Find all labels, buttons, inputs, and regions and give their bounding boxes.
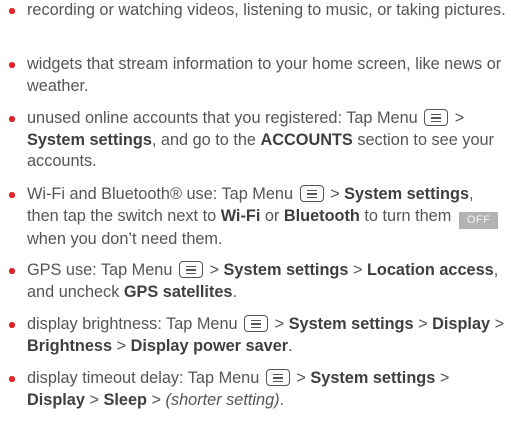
- separator: >: [116, 336, 127, 355]
- system-settings-label: System settings: [310, 369, 436, 387]
- bullet: [9, 376, 15, 382]
- item-text: widgets that stream information to your …: [27, 55, 502, 95]
- wifi-label: Wi-Fi: [220, 206, 261, 225]
- separator: >: [494, 315, 505, 333]
- separator: >: [296, 369, 306, 387]
- separator: >: [151, 390, 161, 409]
- item-text: recording or watching videos, listening …: [27, 1, 506, 19]
- item-text: unused online accounts that you register…: [27, 109, 418, 127]
- separator: >: [330, 185, 340, 203]
- menu-icon: [299, 185, 324, 202]
- bluetooth-label: Bluetooth: [283, 206, 360, 225]
- display-label: Display: [27, 390, 85, 409]
- accounts-label: ACCOUNTS: [260, 130, 353, 149]
- separator: >: [439, 369, 450, 387]
- system-settings-label: System settings: [223, 261, 349, 279]
- bullet: [9, 62, 15, 68]
- bullet: [9, 116, 15, 122]
- gps-satellites-label: GPS satellites: [123, 282, 233, 301]
- system-settings-label: System settings: [288, 315, 414, 333]
- separator: >: [274, 315, 285, 333]
- bullet: [9, 268, 15, 274]
- separator: >: [209, 261, 219, 279]
- menu-icon: [424, 109, 449, 126]
- bullet: [9, 8, 15, 14]
- location-access-label: Location access: [366, 261, 494, 279]
- brightness-label: Brightness: [27, 336, 113, 355]
- separator: >: [454, 109, 465, 127]
- bullet: [9, 192, 15, 198]
- menu-icon: [244, 315, 269, 332]
- separator: >: [89, 390, 99, 409]
- separator: >: [418, 315, 428, 333]
- sleep-label: Sleep: [103, 390, 147, 409]
- system-settings-label: System settings: [344, 185, 469, 203]
- display-label: Display: [432, 315, 491, 333]
- separator: >: [352, 261, 363, 279]
- display-power-saver-label: Display power saver: [130, 336, 289, 355]
- menu-icon: [265, 369, 290, 386]
- off-switch-icon: OFF: [458, 211, 499, 229]
- system-settings-label: System settings: [27, 130, 152, 149]
- battery-tips-list: recording or watching videos, listening …: [0, 0, 511, 432]
- bullet: [9, 322, 15, 328]
- menu-icon: [178, 261, 203, 278]
- shorter-setting-label: (shorter setting): [165, 390, 280, 409]
